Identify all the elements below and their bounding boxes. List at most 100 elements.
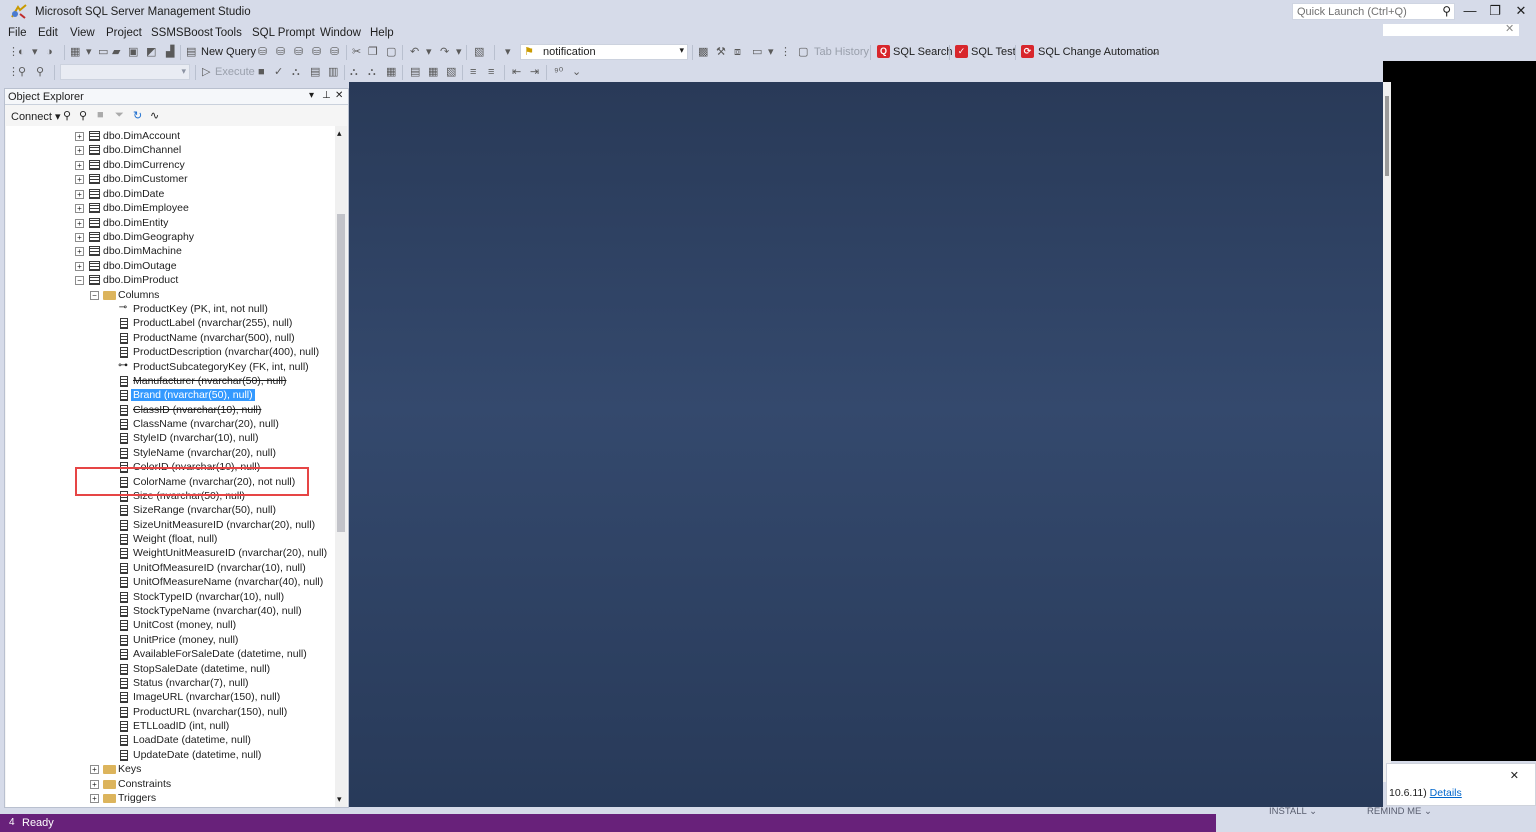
table-label[interactable]: dbo.DimEntity xyxy=(103,217,168,229)
connect-button[interactable]: Connect ▾ xyxy=(11,110,61,123)
column-label[interactable]: Status (nvarchar(7), null) xyxy=(133,677,249,689)
query-options-icon[interactable]: ▤ xyxy=(310,65,320,79)
tree-node-column[interactable]: StockTypeName (nvarchar(40), null) xyxy=(6,604,335,618)
tree-node-table[interactable]: + dbo.DimMachine xyxy=(6,244,335,258)
mdx-query-icon[interactable]: ⛁ xyxy=(276,45,285,59)
column-label[interactable]: ProductName (nvarchar(500), null) xyxy=(133,332,295,344)
tree-node-column[interactable]: ClassName (nvarchar(20), null) xyxy=(6,417,335,431)
expand-icon[interactable]: + xyxy=(75,190,84,199)
refresh-icon[interactable]: ↻ xyxy=(133,109,142,122)
sql-test-button[interactable]: SQL Test xyxy=(971,46,1016,58)
menu-sql-prompt[interactable]: SQL Prompt xyxy=(252,27,315,39)
tree-node-column[interactable]: ImageURL (nvarchar(150), null) xyxy=(6,690,335,704)
column-label[interactable]: ETLLoadID (int, null) xyxy=(133,720,229,732)
expand-icon[interactable]: + xyxy=(75,161,84,170)
menu-window[interactable]: Window xyxy=(320,27,361,39)
window-position-icon[interactable]: ▾ xyxy=(309,90,314,101)
toolbar-overflow-icon[interactable]: ⌄ xyxy=(572,65,581,79)
table-label[interactable]: dbo.DimDate xyxy=(103,188,164,200)
tree-node-column[interactable]: Weight (float, null) xyxy=(6,532,335,546)
open-folder-icon[interactable]: ▰ xyxy=(112,45,120,59)
dropdown-icon[interactable]: ▾ xyxy=(456,45,462,59)
expand-icon[interactable]: + xyxy=(90,780,99,789)
tree-node-column[interactable]: StockTypeID (nvarchar(10), null) xyxy=(6,590,335,604)
table-label[interactable]: dbo.DimOutage xyxy=(103,260,177,272)
new-query-button[interactable]: New Query xyxy=(201,46,256,58)
tree-node-column[interactable]: ProductName (nvarchar(500), null) xyxy=(6,331,335,345)
table-label[interactable]: dbo.DimMachine xyxy=(103,245,182,257)
expand-icon[interactable]: + xyxy=(90,794,99,803)
column-label-selected[interactable]: Brand (nvarchar(50), null) xyxy=(131,389,255,401)
tree-node-column[interactable]: AvailableForSaleDate (datetime, null) xyxy=(6,647,335,661)
menu-file[interactable]: File xyxy=(8,27,27,39)
tree-node-folder[interactable]: + Keys xyxy=(6,762,335,776)
parse-icon[interactable]: ✓ xyxy=(274,65,283,79)
column-label[interactable]: WeightUnitMeasureID (nvarchar(20), null) xyxy=(133,547,327,559)
disconnect-icon[interactable]: ⚲ xyxy=(79,109,87,122)
column-label[interactable]: UnitCost (money, null) xyxy=(133,619,236,631)
chevron-down-icon[interactable]: ▾ xyxy=(181,66,186,77)
estimated-plan-icon[interactable]: ⛬ xyxy=(292,65,300,79)
close-icon[interactable]: ✕ xyxy=(1510,769,1519,782)
client-stats-icon[interactable]: ▦ xyxy=(386,65,396,79)
folder-label[interactable]: Keys xyxy=(118,763,141,775)
specify-values-icon[interactable]: ⁹⁰ xyxy=(554,65,563,79)
tree-node-column[interactable]: StyleName (nvarchar(20), null) xyxy=(6,446,335,460)
paste-icon[interactable]: ▢ xyxy=(386,45,396,59)
new-query-icon[interactable]: ▤ xyxy=(186,45,196,59)
tree-node-column[interactable]: SizeRange (nvarchar(50), null) xyxy=(6,503,335,517)
column-label[interactable]: UnitOfMeasureID (nvarchar(10), null) xyxy=(133,562,306,574)
tree-node-column[interactable]: ProductLabel (nvarchar(255), null) xyxy=(6,316,335,330)
available-databases-dropdown[interactable]: ▾ xyxy=(60,64,190,80)
tree-node-folder[interactable]: + Constraints xyxy=(6,777,335,791)
close-icon[interactable]: ✕ xyxy=(335,90,343,101)
column-label[interactable]: ProductKey (PK, int, not null) xyxy=(133,303,268,315)
editor-scrollbar[interactable] xyxy=(1383,82,1391,782)
column-label[interactable]: ProductSubcategoryKey (FK, int, null) xyxy=(133,361,309,373)
table-label[interactable]: dbo.DimEmployee xyxy=(103,202,189,214)
wrench-icon[interactable]: ⚒ xyxy=(716,45,726,59)
expand-icon[interactable]: + xyxy=(75,132,84,141)
column-label[interactable]: ClassID (nvarchar(10), null) xyxy=(133,404,261,416)
tree-node-column[interactable]: Status (nvarchar(7), null) xyxy=(6,676,335,690)
dropdown-icon[interactable]: ▾ xyxy=(426,45,432,59)
dropdown-icon[interactable]: ▾ xyxy=(86,45,92,59)
column-label[interactable]: UnitPrice (money, null) xyxy=(133,634,238,646)
dropdown-icon[interactable]: ▾ xyxy=(768,45,774,59)
scroll-up-icon[interactable]: ▴ xyxy=(337,128,342,139)
dropdown-icon[interactable]: ▾ xyxy=(505,45,511,59)
tree-node-table[interactable]: + dbo.DimDate xyxy=(6,187,335,201)
comment-icon[interactable]: ≡ xyxy=(470,65,476,79)
sql-change-automation-button[interactable]: SQL Change Automation xyxy=(1038,46,1159,58)
expand-icon[interactable]: + xyxy=(75,204,84,213)
tree-node-column[interactable]: ETLLoadID (int, null) xyxy=(6,719,335,733)
forward-icon[interactable]: ◑ xyxy=(46,45,53,59)
object-explorer-scrollbar[interactable]: ▴ ▾ xyxy=(335,126,347,807)
execute-icon[interactable]: ▷ xyxy=(202,65,210,79)
menu-help[interactable]: Help xyxy=(370,27,394,39)
menu-edit[interactable]: Edit xyxy=(38,27,58,39)
change-connection-icon[interactable]: ⚲ xyxy=(36,65,44,79)
expand-icon[interactable]: + xyxy=(75,146,84,155)
table-label[interactable]: dbo.DimCurrency xyxy=(103,159,185,171)
column-label[interactable]: LoadDate (datetime, null) xyxy=(133,734,251,746)
tree-node-column[interactable]: UnitPrice (money, null) xyxy=(6,633,335,647)
expand-icon[interactable]: + xyxy=(75,219,84,228)
toolbar-overflow-icon[interactable]: ⌄ xyxy=(1150,45,1159,59)
tree-node-column[interactable]: UpdateDate (datetime, null) xyxy=(6,748,335,762)
save-icon[interactable]: ▣ xyxy=(128,45,138,59)
filter-icon[interactable]: ⏷ xyxy=(115,109,124,122)
stop-icon[interactable]: ■ xyxy=(258,65,265,79)
tab-history-icon[interactable]: ▢ xyxy=(798,45,808,59)
sql-search-icon[interactable]: Q xyxy=(877,45,890,58)
expand-icon[interactable]: + xyxy=(75,262,84,271)
dax-query-icon[interactable]: ⛁ xyxy=(330,45,339,59)
column-label[interactable]: ImageURL (nvarchar(150), null) xyxy=(133,691,280,703)
column-label[interactable]: UpdateDate (datetime, null) xyxy=(133,749,261,761)
tree-node-column[interactable]: StopSaleDate (datetime, null) xyxy=(6,662,335,676)
column-label[interactable]: ProductLabel (nvarchar(255), null) xyxy=(133,317,292,329)
column-label[interactable]: ProductURL (nvarchar(150), null) xyxy=(133,706,287,718)
tree-node-column[interactable]: UnitOfMeasureName (nvarchar(40), null) xyxy=(6,575,335,589)
table-label[interactable]: dbo.DimCustomer xyxy=(103,173,188,185)
results-file-icon[interactable]: ▧ xyxy=(446,65,456,79)
